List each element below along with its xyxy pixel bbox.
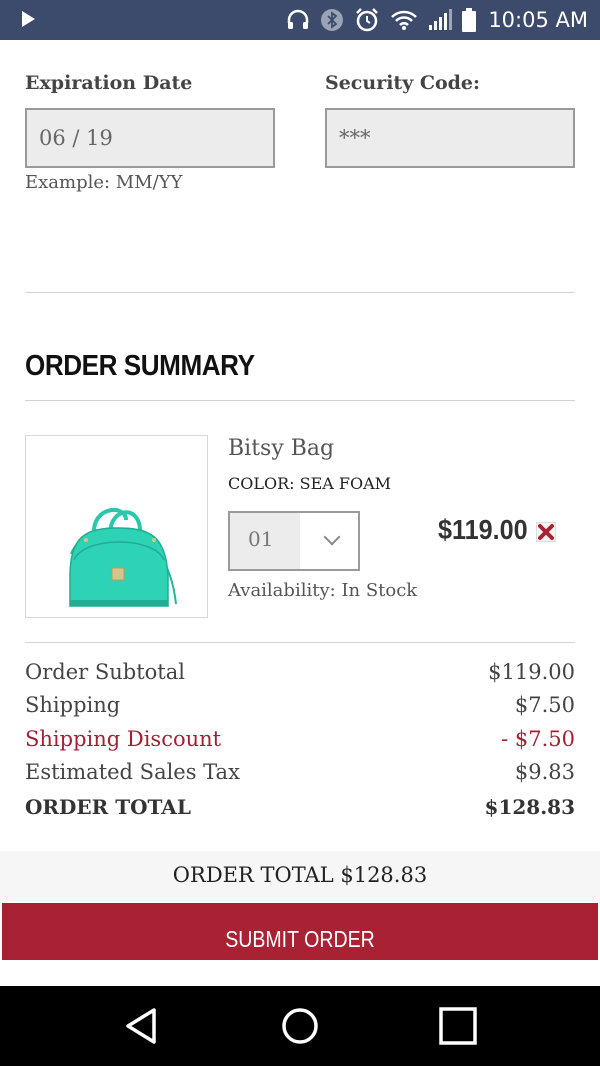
- submit-order-button[interactable]: SUBMIT ORDER: [2, 903, 598, 960]
- shipping-discount-label: Shipping Discount: [25, 727, 222, 751]
- expiration-date-label: Expiration Date: [25, 72, 193, 94]
- order-total-row: ORDER TOTAL $128.83: [25, 795, 575, 819]
- product-color: COLOR: SEA FOAM: [228, 474, 392, 493]
- order-total-label: ORDER TOTAL: [25, 795, 191, 819]
- sales-tax-row: Estimated Sales Tax $9.83: [25, 760, 575, 784]
- play-icon: [22, 11, 35, 27]
- headset-icon: [288, 9, 309, 29]
- subtotal-label: Order Subtotal: [25, 660, 185, 684]
- product-price: $119.00: [438, 514, 528, 545]
- product-image[interactable]: [25, 435, 208, 618]
- shipping-value: $7.50: [514, 693, 575, 717]
- home-icon[interactable]: [278, 1004, 322, 1048]
- divider: [25, 292, 575, 293]
- sales-tax-value: $9.83: [514, 760, 575, 784]
- chevron-down-icon: [323, 528, 341, 546]
- recent-apps-icon[interactable]: [436, 1004, 480, 1048]
- quantity-select[interactable]: 01: [228, 511, 360, 571]
- close-icon: [538, 524, 554, 540]
- battery-icon: [462, 8, 477, 32]
- order-total-bar: ORDER TOTAL $128.83: [0, 851, 600, 901]
- order-summary-title: ORDER SUMMARY: [25, 350, 255, 382]
- expiration-hint: Example: MM/YY: [25, 172, 183, 193]
- expiration-date-input[interactable]: 06 / 19: [25, 108, 275, 168]
- product-name[interactable]: Bitsy Bag: [228, 436, 334, 461]
- divider: [25, 400, 575, 401]
- shipping-discount-row: Shipping Discount - $7.50: [25, 727, 575, 751]
- bag-icon: [69, 508, 177, 607]
- alarm-icon: [356, 8, 379, 32]
- divider: [25, 642, 575, 643]
- submit-order-label: SUBMIT ORDER: [225, 926, 375, 952]
- security-code-label: Security Code:: [325, 72, 481, 94]
- bluetooth-icon: [321, 9, 344, 31]
- availability-text: Availability: In Stock: [228, 580, 418, 601]
- signal-icon: [429, 9, 453, 30]
- shipping-label: Shipping: [25, 693, 121, 717]
- sales-tax-label: Estimated Sales Tax: [25, 760, 240, 784]
- back-icon[interactable]: [120, 1004, 164, 1048]
- status-bar: 10:05 AM: [0, 0, 600, 40]
- order-total-value: $128.83: [484, 795, 575, 819]
- subtotal-row: Order Subtotal $119.00: [25, 660, 575, 684]
- status-icons: 10:05 AM: [286, 0, 588, 40]
- status-time: 10:05 AM: [488, 8, 588, 32]
- remove-item-button[interactable]: [536, 522, 556, 542]
- quantity-value: 01: [230, 513, 300, 569]
- shipping-row: Shipping $7.50: [25, 693, 575, 717]
- shipping-discount-value: - $7.50: [501, 727, 575, 751]
- subtotal-value: $119.00: [488, 660, 575, 684]
- wifi-icon: [391, 10, 418, 30]
- security-code-input[interactable]: ***: [325, 108, 575, 168]
- navigation-bar: [0, 986, 600, 1066]
